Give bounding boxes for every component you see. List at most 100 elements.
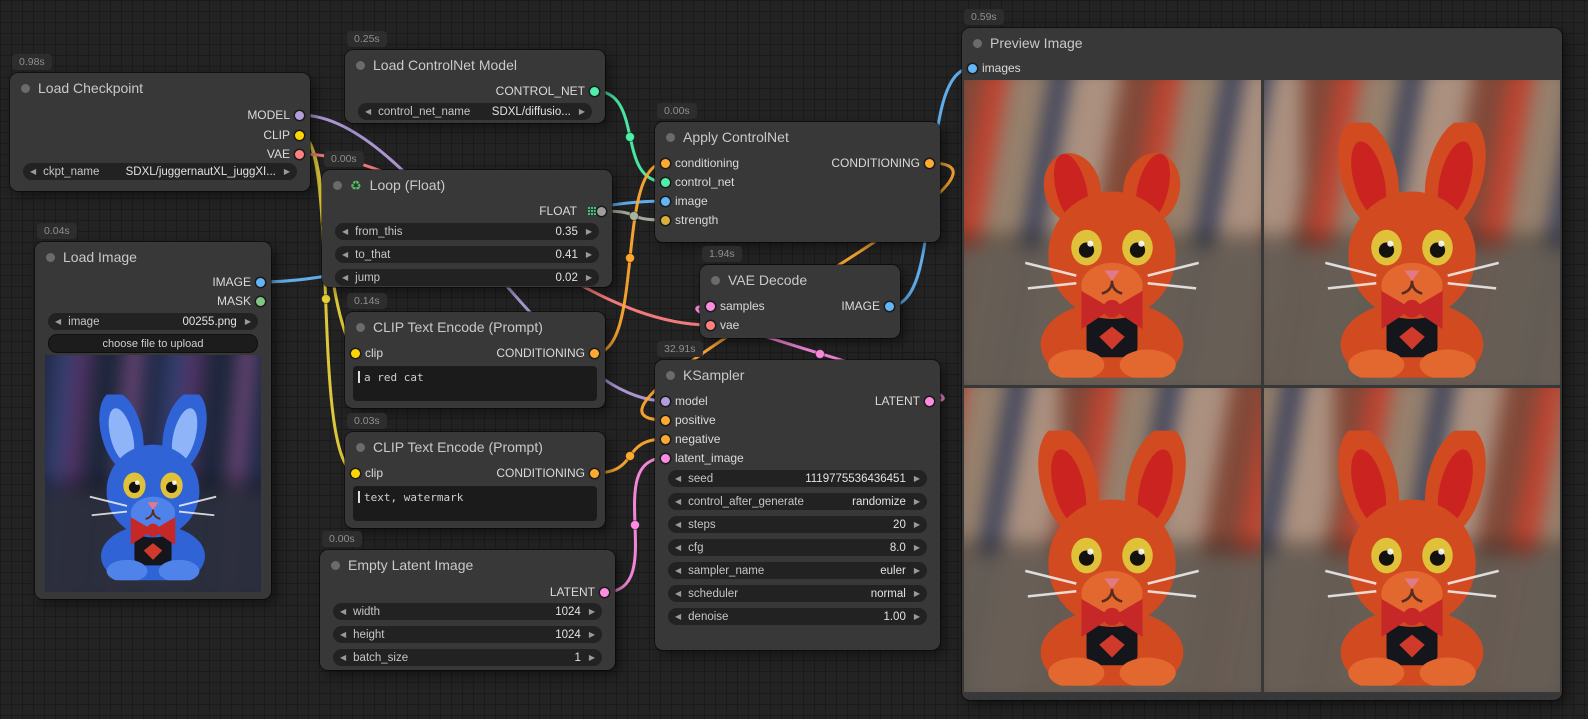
node-title-bar[interactable]: ♻ Loop (Float)	[322, 170, 612, 200]
node-title-bar[interactable]: Empty Latent Image	[320, 550, 615, 580]
port-clip-output[interactable]	[295, 131, 304, 140]
prompt-textarea[interactable]: a red cat	[353, 366, 597, 401]
prev-value-icon[interactable]: ◀	[365, 108, 371, 116]
port-samples-input[interactable]	[706, 302, 715, 311]
port-conditioning-input[interactable]	[661, 159, 670, 168]
prev-value-icon[interactable]: ◀	[342, 251, 348, 259]
node-apply-controlnet[interactable]: 0.00s Apply ControlNet conditioning COND…	[655, 122, 940, 242]
port-image-input[interactable]	[661, 197, 670, 206]
next-value-icon[interactable]: ▶	[589, 654, 595, 662]
port-latent-output[interactable]	[600, 588, 609, 597]
next-value-icon[interactable]: ▶	[586, 228, 592, 236]
node-title-bar[interactable]: KSampler	[655, 360, 940, 390]
port-vae-input[interactable]	[706, 321, 715, 330]
control-after-generate-widget[interactable]: ◀ control_after_generate randomize ▶	[668, 493, 927, 510]
denoise-widget[interactable]: ◀ denoise 1.00 ▶	[668, 608, 927, 625]
node-load-checkpoint[interactable]: 0.98s Load Checkpoint MODEL CLIP VAE ◀ c…	[10, 73, 310, 191]
port-positive-input[interactable]	[661, 416, 670, 425]
port-conditioning-output[interactable]	[925, 159, 934, 168]
node-graph-canvas[interactable]: 0.98s Load Checkpoint MODEL CLIP VAE ◀ c…	[0, 0, 1588, 719]
port-vae-output[interactable]	[295, 150, 304, 159]
jump-widget[interactable]: ◀ jump 0.02 ▶	[335, 269, 599, 286]
cfg-widget[interactable]: ◀ cfg 8.0 ▶	[668, 539, 927, 556]
prev-value-icon[interactable]: ◀	[340, 631, 346, 639]
node-preview-image[interactable]: 0.59s Preview Image images	[962, 28, 1562, 700]
collapse-icon[interactable]	[46, 253, 55, 262]
collapse-icon[interactable]	[711, 276, 720, 285]
port-conditioning-output[interactable]	[590, 469, 599, 478]
next-value-icon[interactable]: ▶	[586, 251, 592, 259]
scheduler-widget[interactable]: ◀ scheduler normal ▶	[668, 585, 927, 602]
collapse-icon[interactable]	[356, 323, 365, 332]
next-value-icon[interactable]: ▶	[914, 521, 920, 529]
node-title-bar[interactable]: Load ControlNet Model	[345, 50, 605, 80]
port-latent-image-input[interactable]	[661, 454, 670, 463]
port-control-net-output[interactable]	[590, 87, 599, 96]
prev-value-icon[interactable]: ◀	[675, 544, 681, 552]
port-conditioning-output[interactable]	[590, 349, 599, 358]
node-title-bar[interactable]: Load Image	[35, 242, 271, 272]
prompt-textarea[interactable]: text, watermark	[353, 486, 597, 521]
next-value-icon[interactable]: ▶	[284, 168, 290, 176]
port-images-input[interactable]	[968, 64, 977, 73]
sampler-name-widget[interactable]: ◀ sampler_name euler ▶	[668, 562, 927, 579]
node-clip-encode-positive[interactable]: 0.14s CLIP Text Encode (Prompt) clip CON…	[345, 312, 605, 408]
prev-value-icon[interactable]: ◀	[340, 654, 346, 662]
collapse-icon[interactable]	[666, 133, 675, 142]
prev-value-icon[interactable]: ◀	[342, 274, 348, 282]
prev-value-icon[interactable]: ◀	[675, 590, 681, 598]
port-clip-input[interactable]	[351, 469, 360, 478]
node-loop-float[interactable]: 0.00s ♻ Loop (Float) FLOAT ◀ from_this 0…	[322, 170, 612, 287]
port-latent-output[interactable]	[925, 397, 934, 406]
seed-widget[interactable]: ◀ seed 1119775536436451 ▶	[668, 470, 927, 487]
node-title-bar[interactable]: Apply ControlNet	[655, 122, 940, 152]
collapse-icon[interactable]	[333, 181, 342, 190]
prev-value-icon[interactable]: ◀	[340, 608, 346, 616]
next-value-icon[interactable]: ▶	[914, 613, 920, 621]
collapse-icon[interactable]	[973, 39, 982, 48]
batch-size-widget[interactable]: ◀ batch_size 1 ▶	[333, 649, 602, 666]
prev-value-icon[interactable]: ◀	[675, 521, 681, 529]
node-title-bar[interactable]: CLIP Text Encode (Prompt)	[345, 432, 605, 462]
next-value-icon[interactable]: ▶	[914, 590, 920, 598]
port-model-output[interactable]	[295, 111, 304, 120]
height-widget[interactable]: ◀ height 1024 ▶	[333, 626, 602, 643]
node-clip-encode-negative[interactable]: 0.03s CLIP Text Encode (Prompt) clip CON…	[345, 432, 605, 528]
prev-value-icon[interactable]: ◀	[675, 498, 681, 506]
node-load-image[interactable]: 0.04s Load Image IMAGE MASK ◀ image 0025…	[35, 242, 271, 599]
upload-button[interactable]: choose file to upload	[48, 334, 258, 353]
prev-value-icon[interactable]: ◀	[55, 318, 61, 326]
next-value-icon[interactable]: ▶	[914, 567, 920, 575]
to-that-widget[interactable]: ◀ to_that 0.41 ▶	[335, 246, 599, 263]
collapse-icon[interactable]	[356, 443, 365, 452]
next-value-icon[interactable]: ▶	[914, 475, 920, 483]
port-model-input[interactable]	[661, 397, 670, 406]
prev-value-icon[interactable]: ◀	[30, 168, 36, 176]
from-this-widget[interactable]: ◀ from_this 0.35 ▶	[335, 223, 599, 240]
next-value-icon[interactable]: ▶	[914, 498, 920, 506]
collapse-icon[interactable]	[356, 61, 365, 70]
next-value-icon[interactable]: ▶	[589, 608, 595, 616]
prev-value-icon[interactable]: ◀	[675, 475, 681, 483]
node-vae-decode[interactable]: 1.94s VAE Decode samples IMAGE vae	[700, 265, 900, 338]
port-image-output[interactable]	[885, 302, 894, 311]
node-title-bar[interactable]: CLIP Text Encode (Prompt)	[345, 312, 605, 342]
ckpt-name-widget[interactable]: ◀ ckpt_name SDXL/juggernautXL_juggXI... …	[23, 163, 297, 180]
node-title-bar[interactable]: Preview Image	[962, 28, 1562, 58]
port-strength-input[interactable]	[661, 216, 670, 225]
node-ksampler[interactable]: 32.91s KSampler model LATENT positive ne…	[655, 360, 940, 650]
node-title-bar[interactable]: VAE Decode	[700, 265, 900, 295]
prev-value-icon[interactable]: ◀	[675, 567, 681, 575]
collapse-icon[interactable]	[666, 371, 675, 380]
node-empty-latent[interactable]: 0.00s Empty Latent Image LATENT ◀ width …	[320, 550, 615, 670]
node-title-bar[interactable]: Load Checkpoint	[10, 73, 310, 103]
port-control-net-input[interactable]	[661, 178, 670, 187]
port-image-output[interactable]	[256, 278, 265, 287]
collapse-icon[interactable]	[21, 84, 30, 93]
next-value-icon[interactable]: ▶	[245, 318, 251, 326]
width-widget[interactable]: ◀ width 1024 ▶	[333, 603, 602, 620]
prev-value-icon[interactable]: ◀	[342, 228, 348, 236]
image-file-widget[interactable]: ◀ image 00255.png ▶	[48, 313, 258, 330]
port-float-output[interactable]	[597, 207, 606, 216]
steps-widget[interactable]: ◀ steps 20 ▶	[668, 516, 927, 533]
